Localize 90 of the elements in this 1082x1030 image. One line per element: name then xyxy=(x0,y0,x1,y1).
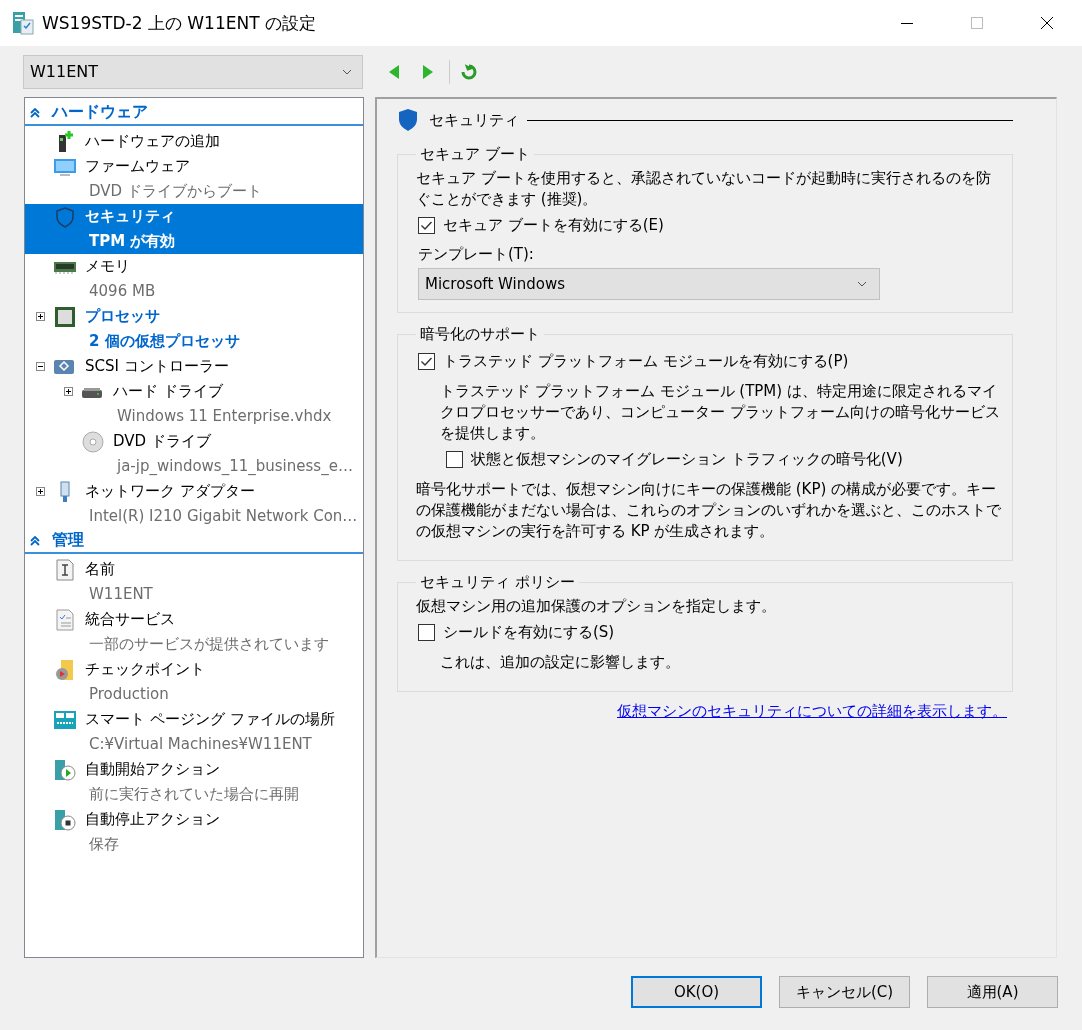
item-subtitle: TPM が有効 xyxy=(88,231,176,252)
item-subtitle: ja-jp_windows_11_business_e… xyxy=(115,456,353,477)
item-subtitle: DVD ドライブからブート xyxy=(88,181,262,202)
item-subtitle: W11ENT xyxy=(88,584,153,605)
group-title: 暗号化のサポート xyxy=(419,325,541,344)
checkbox-label[interactable]: セキュア ブートを有効にする(E) xyxy=(443,216,664,235)
document-icon xyxy=(53,558,77,582)
shield-icon xyxy=(397,108,419,132)
sidebar-item[interactable]: 自動停止アクション 保存 xyxy=(25,807,363,857)
item-subtitle: 前に実行されていた場合に再開 xyxy=(88,784,299,805)
chip-icon xyxy=(53,305,77,329)
stop-icon xyxy=(53,808,77,832)
help-link[interactable]: 仮想マシンのセキュリティについての詳細を表示します。 xyxy=(617,702,1007,721)
item-subtitle: C:¥Virtual Machines¥W11ENT xyxy=(88,734,313,755)
dialog-button[interactable]: キャンセル(C) xyxy=(779,976,910,1008)
item-title: プロセッサ xyxy=(85,306,161,327)
checkbox[interactable] xyxy=(418,624,435,641)
description-text: トラステッド プラットフォーム モジュール (TPM) は、特定用途に限定されるマイクロプロセッサーであり、コンピューター プラットフォーム向けの暗号化サービスを提供します。 xyxy=(440,381,1001,444)
collapse-icon[interactable] xyxy=(35,362,45,371)
caret-icon xyxy=(857,281,867,287)
description-text: 暗号化サポートでは、仮想マシン向けにキーの保護機能 (KP) の構成が必要です。キーの保護機能がまだない場合は、これらのオプションのいずれかを選ぶと、このホストでの仮想マシンの実行を許可する KP が生成されます。 xyxy=(416,479,1002,542)
item-title: ネットワーク アダプター xyxy=(85,481,256,502)
dialog-button[interactable]: OK(O) xyxy=(631,976,762,1008)
sidebar-item[interactable]: ファームウェア DVD ドライブからブート xyxy=(25,154,363,204)
item-subtitle: Production xyxy=(88,684,170,705)
item-title: チェックポイント xyxy=(85,659,205,680)
group-title: セキュア ブート xyxy=(419,145,531,164)
item-title: スマート ページング ファイルの場所 xyxy=(85,709,335,730)
item-title: 名前 xyxy=(85,559,116,580)
item-title: DVD ドライブ xyxy=(113,431,212,452)
checkbox-label[interactable]: 状態と仮想マシンのマイグレーション トラフィックの暗号化(V) xyxy=(471,450,903,469)
collapse-chevron-icon[interactable] xyxy=(30,535,40,546)
item-title: ハード ドライブ xyxy=(113,381,224,402)
group-title: セキュリティ ポリシー xyxy=(419,573,576,592)
item-title: セキュリティ xyxy=(85,206,176,227)
paging-file-icon xyxy=(53,708,77,732)
checkbox-label[interactable]: トラステッド プラットフォーム モジュールを有効にする(P) xyxy=(443,352,849,371)
sidebar-item[interactable]: スマート ページング ファイルの場所 C:¥Virtual Machines¥W11ENT xyxy=(25,707,363,757)
item-subtitle: 2 個の仮想プロセッサ xyxy=(88,331,240,352)
checkbox[interactable] xyxy=(446,451,463,468)
sidebar-item[interactable]: プロセッサ 2 個の仮想プロセッサ xyxy=(25,304,363,354)
sidebar-item[interactable]: 名前 W11ENT xyxy=(25,557,363,607)
expand-icon[interactable] xyxy=(63,387,73,396)
shield-icon xyxy=(53,205,77,229)
checkbox[interactable] xyxy=(418,353,435,370)
section-header[interactable]: 管理 xyxy=(52,530,84,551)
item-subtitle: 4096 MB xyxy=(88,281,156,302)
item-subtitle: 保存 xyxy=(88,834,120,855)
sidebar-item[interactable]: セキュリティ TPM が有効 xyxy=(25,204,363,254)
sidebar-item[interactable]: DVD ドライブ ja-jp_windows_11_business_e… xyxy=(25,429,363,479)
vm-dropdown[interactable]: W11ENT xyxy=(23,54,363,89)
item-title: SCSI コントローラー xyxy=(85,356,229,377)
sidebar-item[interactable]: SCSI コントローラー xyxy=(25,354,363,379)
checklist-icon xyxy=(53,608,77,632)
checkbox-label[interactable]: シールドを有効にする(S) xyxy=(443,623,615,642)
expand-icon[interactable] xyxy=(35,487,45,496)
template-dropdown[interactable]: Microsoft Windows xyxy=(418,268,880,300)
item-subtitle: Intel(R) I210 Gigabit Network Con… xyxy=(88,506,358,527)
item-title: 統合サービス xyxy=(85,609,176,630)
field-label: テンプレート(T): xyxy=(418,245,535,264)
close-icon[interactable] xyxy=(1041,17,1053,29)
item-subtitle: Windows 11 Enterprise.vhdx xyxy=(116,406,332,427)
collapse-chevron-icon[interactable] xyxy=(30,107,40,118)
window-title: WS19STD-2 上の W11ENT の設定 xyxy=(42,11,317,35)
settings-window-icon xyxy=(12,11,34,35)
refresh-icon[interactable] xyxy=(460,62,478,81)
sidebar-item[interactable]: チェックポイント Production xyxy=(25,657,363,707)
sidebar-item[interactable]: ハード ドライブ Windows 11 Enterprise.vhdx xyxy=(25,379,363,429)
description-text: セキュア ブートを使用すると、承認されていないコードが起動時に実行されるのを防ぐことができます (推奨)。 xyxy=(416,168,992,210)
caret-icon xyxy=(342,68,352,75)
item-title: メモリ xyxy=(85,256,131,277)
disc-icon xyxy=(81,430,105,454)
play-icon xyxy=(53,758,77,782)
sidebar-item[interactable]: 自動開始アクション 前に実行されていた場合に再開 xyxy=(25,757,363,807)
description-text: これは、追加の設定に影響します。 xyxy=(440,652,681,673)
expand-icon[interactable] xyxy=(35,312,45,321)
pane-title: セキュリティ xyxy=(429,110,519,130)
section-header[interactable]: ハードウェア xyxy=(52,102,148,123)
item-title: 自動停止アクション xyxy=(85,809,220,830)
sidebar-item[interactable]: メモリ 4096 MB xyxy=(25,254,363,304)
item-title: 自動開始アクション xyxy=(85,759,221,780)
dialog-button[interactable]: 適用(A) xyxy=(927,976,1058,1008)
item-title: ハードウェアの追加 xyxy=(85,131,220,152)
sidebar-item[interactable]: ハードウェアの追加 xyxy=(25,129,363,154)
description-text: 仮想マシン用の追加保護のオプションを指定します。 xyxy=(416,596,777,617)
sidebar-item[interactable]: 統合サービス 一部のサービスが提供されています xyxy=(25,607,363,657)
item-title: ファームウェア xyxy=(85,156,191,177)
item-subtitle: 一部のサービスが提供されています xyxy=(88,634,329,655)
checkbox[interactable] xyxy=(418,217,435,234)
sidebar-item[interactable]: ネットワーク アダプター Intel(R) I210 Gigabit Network Con… xyxy=(25,479,363,529)
